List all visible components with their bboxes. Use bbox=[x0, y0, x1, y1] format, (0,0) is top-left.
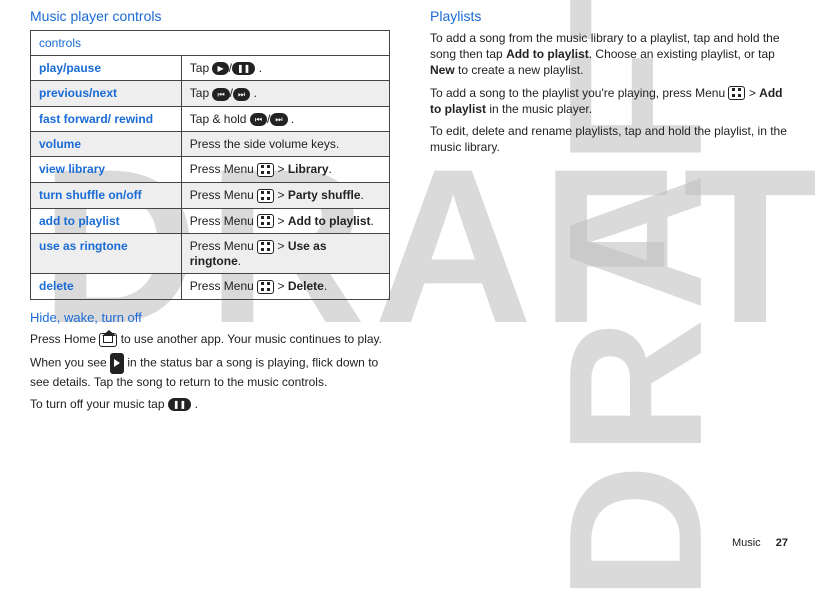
bold-text: Add to playlist bbox=[506, 47, 589, 61]
text: . bbox=[371, 214, 374, 228]
menu-icon bbox=[257, 240, 274, 254]
bold-text: Delete bbox=[288, 279, 324, 293]
next-icon: ⏭ bbox=[233, 88, 250, 101]
text: . bbox=[361, 188, 364, 202]
para-turnoff: To turn off your music tap ❚❚ . bbox=[30, 396, 390, 412]
row-desc: Tap ⏮/⏭ . bbox=[181, 81, 389, 106]
para-playlist-current: To add a song to the playlist you're pla… bbox=[430, 85, 788, 117]
prev-icon: ⏮ bbox=[212, 88, 229, 101]
table-row: turn shuffle on/off Press Menu > Party s… bbox=[31, 182, 390, 208]
bold-text: Party shuffle bbox=[288, 188, 361, 202]
text: . bbox=[238, 254, 241, 268]
row-desc: Press Menu > Use as ringtone. bbox=[181, 234, 389, 274]
playlists-heading: Playlists bbox=[430, 8, 788, 24]
left-column: Music player controls controls play/paus… bbox=[30, 8, 390, 418]
menu-icon bbox=[257, 280, 274, 294]
row-desc: Tap ▶/❚❚ . bbox=[181, 56, 389, 81]
text: To turn off your music tap bbox=[30, 397, 168, 411]
rewind-icon: ⏮ bbox=[250, 113, 267, 126]
text: Tap bbox=[190, 86, 213, 100]
row-label: view library bbox=[31, 156, 182, 182]
row-label: turn shuffle on/off bbox=[31, 182, 182, 208]
para-home: Press Home to use another app. Your musi… bbox=[30, 331, 390, 347]
row-label: fast forward/ rewind bbox=[31, 106, 182, 131]
text: . bbox=[329, 162, 332, 176]
text: . bbox=[324, 279, 327, 293]
text: . bbox=[259, 61, 262, 75]
right-column: Playlists To add a song from the music l… bbox=[430, 8, 788, 418]
play-icon: ▶ bbox=[212, 62, 228, 75]
table-row: previous/next Tap ⏮/⏭ . bbox=[31, 81, 390, 106]
menu-icon bbox=[257, 214, 274, 228]
text: . bbox=[195, 397, 198, 411]
row-label: volume bbox=[31, 131, 182, 156]
row-desc: Press Menu > Party shuffle. bbox=[181, 182, 389, 208]
text: Tap & hold bbox=[190, 112, 250, 126]
controls-table: controls play/pause Tap ▶/❚❚ . previous/… bbox=[30, 30, 390, 300]
table-header-row: controls bbox=[31, 31, 390, 56]
footer-page-number: 27 bbox=[776, 537, 788, 549]
text: > bbox=[277, 162, 287, 176]
para-statusbar: When you see in the status bar a song is… bbox=[30, 353, 390, 389]
controls-header-cell: controls bbox=[31, 31, 390, 56]
row-label: add to playlist bbox=[31, 208, 182, 234]
table-row: view library Press Menu > Library. bbox=[31, 156, 390, 182]
table-row: fast forward/ rewind Tap & hold ⏮/⏭ . bbox=[31, 106, 390, 131]
row-desc: Press Menu > Delete. bbox=[181, 274, 389, 300]
text: Press Menu bbox=[190, 279, 254, 293]
text: to use another app. Your music continues… bbox=[121, 332, 382, 346]
text: When you see bbox=[30, 356, 110, 370]
para-playlist-edit: To edit, delete and rename playlists, ta… bbox=[430, 123, 788, 155]
row-label: use as ringtone bbox=[31, 234, 182, 274]
row-desc: Press Menu > Library. bbox=[181, 156, 389, 182]
music-controls-heading: Music player controls bbox=[30, 8, 390, 24]
text: to create a new playlist. bbox=[455, 63, 584, 77]
text: . bbox=[254, 86, 257, 100]
para-playlist-add: To add a song from the music library to … bbox=[430, 30, 788, 79]
text: > bbox=[277, 188, 287, 202]
menu-icon bbox=[257, 163, 274, 177]
play-status-icon bbox=[110, 353, 124, 373]
row-desc: Press Menu > Add to playlist. bbox=[181, 208, 389, 234]
text: Tap bbox=[190, 61, 213, 75]
text: Press Home bbox=[30, 332, 96, 346]
text: . Choose an existing playlist, or tap bbox=[589, 47, 775, 61]
bold-text: Library bbox=[288, 162, 329, 176]
page-content: Music player controls controls play/paus… bbox=[0, 0, 818, 428]
table-row: add to playlist Press Menu > Add to play… bbox=[31, 208, 390, 234]
row-label: delete bbox=[31, 274, 182, 300]
menu-icon bbox=[257, 189, 274, 203]
pause-icon: ❚❚ bbox=[232, 62, 255, 75]
text: in the music player. bbox=[486, 102, 592, 116]
table-row: volume Press the side volume keys. bbox=[31, 131, 390, 156]
row-desc: Tap & hold ⏮/⏭ . bbox=[181, 106, 389, 131]
table-row: delete Press Menu > Delete. bbox=[31, 274, 390, 300]
pause-icon: ❚❚ bbox=[168, 398, 191, 411]
bold-text: Add to playlist bbox=[288, 214, 371, 228]
menu-icon bbox=[728, 86, 745, 100]
ffwd-icon: ⏭ bbox=[270, 113, 287, 126]
text: > bbox=[749, 86, 759, 100]
footer-section: Music bbox=[732, 537, 761, 549]
table-row: use as ringtone Press Menu > Use as ring… bbox=[31, 234, 390, 274]
row-label: play/pause bbox=[31, 56, 182, 81]
text: > bbox=[277, 279, 287, 293]
text: . bbox=[291, 112, 294, 126]
bold-text: New bbox=[430, 63, 455, 77]
text: To add a song to the playlist you're pla… bbox=[430, 86, 725, 100]
row-label: previous/next bbox=[31, 81, 182, 106]
page-footer: Music 27 bbox=[732, 537, 788, 549]
text: > bbox=[277, 239, 287, 253]
text: Press Menu bbox=[190, 214, 254, 228]
hide-wake-heading: Hide, wake, turn off bbox=[30, 310, 390, 325]
row-desc: Press the side volume keys. bbox=[181, 131, 389, 156]
text: > bbox=[277, 214, 287, 228]
text: Press Menu bbox=[190, 239, 254, 253]
text: Press Menu bbox=[190, 162, 254, 176]
table-row: play/pause Tap ▶/❚❚ . bbox=[31, 56, 390, 81]
home-icon bbox=[99, 333, 117, 347]
text: Press Menu bbox=[190, 188, 254, 202]
